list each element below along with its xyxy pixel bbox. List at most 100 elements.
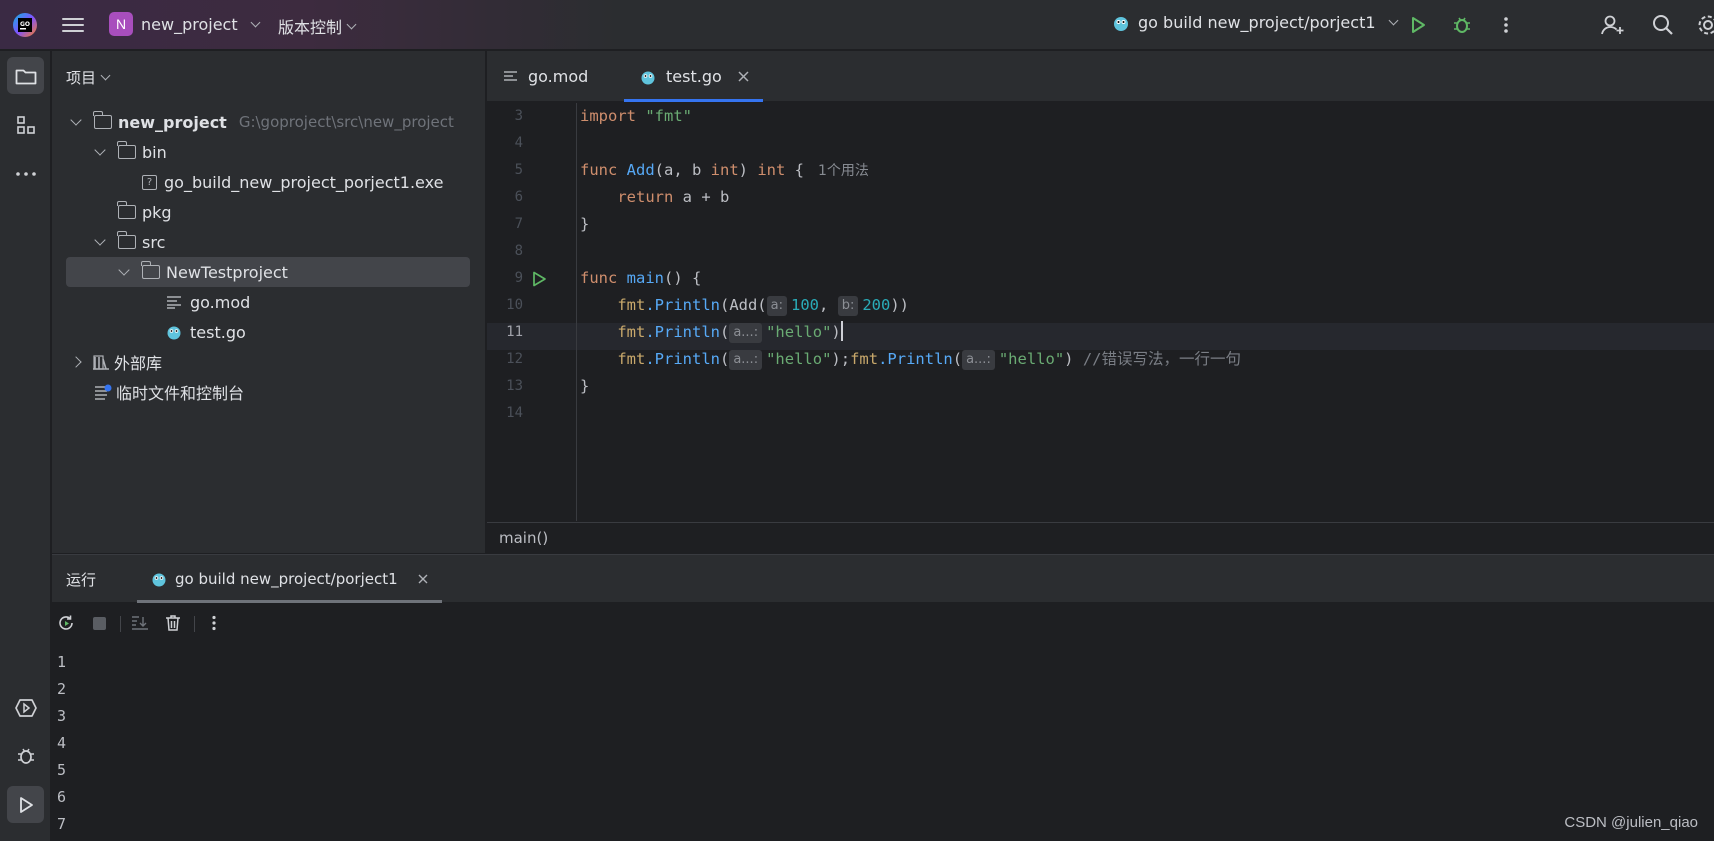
tree-item-label: pkg <box>142 202 172 222</box>
breadcrumb-item[interactable]: main() <box>499 529 548 547</box>
debug-icon <box>17 748 34 764</box>
run-config-label: go build new_project/porject1 <box>1138 13 1376 32</box>
code-line-10: fmt.Println(Add(a: 100, b: 200)) <box>617 296 909 316</box>
line-number: 14 <box>506 405 523 421</box>
unknown-file-icon: ? <box>142 174 157 190</box>
project-path-hint: G:\goproject\src\new_project <box>238 113 454 131</box>
project-switcher[interactable]: N new_project <box>109 12 261 36</box>
stop-icon[interactable] <box>89 613 109 633</box>
rerun-icon[interactable] <box>56 613 76 633</box>
tab-label: test.go <box>666 67 722 86</box>
text-file-icon <box>167 296 181 309</box>
gopher-icon <box>641 71 655 84</box>
tab-test-go[interactable]: test.go <box>624 51 763 102</box>
run-tab[interactable]: go build new_project/porject1 <box>137 555 442 603</box>
project-badge: N <box>109 12 133 36</box>
tree-item-label: bin <box>142 142 167 162</box>
console-line: 5 <box>57 761 67 779</box>
run-panel-title: 运行 <box>66 571 97 589</box>
services-tool-button[interactable] <box>7 689 44 726</box>
line-number: 6 <box>514 189 523 205</box>
project-tool-button[interactable] <box>7 57 44 94</box>
close-icon[interactable] <box>418 574 428 584</box>
tab-label: go.mod <box>528 67 589 86</box>
line-number: 5 <box>514 162 523 178</box>
console-line: 4 <box>57 734 67 752</box>
code-line-12: fmt.Println(a...: "hello");fmt.Println(a.… <box>617 350 1241 370</box>
tree-item-new-project[interactable]: new_project G:\goproject\src\new_project <box>52 107 486 137</box>
code-editor[interactable]: import "fmt" func Add(a, b int) int {1个用… <box>578 103 1714 521</box>
title-bar: GO N new_project 版本控制 go build new_proje… <box>0 0 1714 50</box>
line-number: 3 <box>514 108 523 124</box>
watermark: CSDN @julien_qiao <box>1564 814 1698 831</box>
debug-tool-button[interactable] <box>7 737 44 774</box>
tree-item-bin[interactable]: bin <box>52 137 486 167</box>
editor-tab-bar: go.mod test.go <box>487 51 1714 102</box>
run-tool-button[interactable] <box>7 786 44 823</box>
trash-icon[interactable] <box>163 613 183 633</box>
console-line: 2 <box>57 680 67 698</box>
close-icon[interactable] <box>738 71 749 82</box>
gopher-icon <box>152 573 166 587</box>
tree-item-pkg[interactable]: pkg <box>52 197 486 227</box>
more-actions-icon[interactable] <box>1494 13 1518 37</box>
chevron-down-icon <box>118 264 130 276</box>
line-number: 4 <box>514 135 523 151</box>
tree-item-test-go[interactable]: test.go <box>52 317 486 347</box>
param-hint: a...: <box>729 323 763 343</box>
folder-icon <box>15 69 36 84</box>
project-view-selector[interactable]: 项目 <box>66 67 111 88</box>
folder-icon <box>117 201 136 219</box>
gopher-icon <box>1114 16 1128 31</box>
run-config-selector[interactable]: go build new_project/porject1 <box>1112 13 1398 32</box>
run-icon[interactable] <box>1406 13 1430 37</box>
tree-item-external-libs[interactable]: 外部库 <box>52 347 486 377</box>
text-file-icon <box>504 71 517 81</box>
tree-item-newtestproject[interactable]: NewTestproject <box>66 257 470 287</box>
goland-logo-icon[interactable]: GO <box>12 12 38 38</box>
folder-icon <box>141 261 160 279</box>
add-user-icon[interactable] <box>1601 13 1625 37</box>
tree-item-label: 临时文件和控制台 <box>116 384 245 403</box>
vcs-menu[interactable]: 版本控制 <box>278 14 357 38</box>
folder-icon <box>93 111 112 129</box>
scroll-to-end-icon[interactable] <box>130 613 150 633</box>
debug-icon[interactable] <box>1450 13 1474 37</box>
run-gutter-icon[interactable] <box>531 271 547 287</box>
tool-window-strip <box>0 51 51 841</box>
line-number: 7 <box>514 216 523 232</box>
structure-icon <box>16 115 35 134</box>
gopher-icon <box>167 326 181 340</box>
chevron-down-icon <box>70 114 82 126</box>
code-line-3: import "fmt" <box>580 107 693 125</box>
more-tools-button[interactable] <box>7 155 44 192</box>
project-name: new_project <box>141 14 238 34</box>
tree-item-go-mod[interactable]: go.mod <box>52 287 486 317</box>
breadcrumb[interactable]: main() <box>487 522 1714 553</box>
main-menu-button[interactable] <box>62 14 84 36</box>
tree-item-src[interactable]: src <box>52 227 486 257</box>
param-hint: a...: <box>729 350 763 370</box>
editor-gutter: 3 4 5 6 7 8 9 10 11 12 13 14 <box>487 103 577 521</box>
usages-inlay[interactable]: 1个用法 <box>818 163 869 179</box>
tree-item-label: test.go <box>190 322 246 342</box>
more-actions-icon[interactable] <box>204 613 224 633</box>
code-line-7: } <box>580 215 590 233</box>
folder-icon <box>117 231 136 249</box>
tree-item-label: src <box>142 232 166 252</box>
run-panel: 运行 go build new_project/porject1 1 2 3 4… <box>52 554 1714 841</box>
library-icon <box>93 355 109 370</box>
tree-item-scratches[interactable]: 临时文件和控制台 <box>52 377 486 407</box>
chevron-down-icon <box>1388 15 1398 26</box>
line-number: 9 <box>514 270 523 286</box>
run-tab-label: go build new_project/porject1 <box>175 570 398 588</box>
run-toolbar <box>52 604 1714 642</box>
structure-tool-button[interactable] <box>7 106 44 143</box>
code-line-9: func main() { <box>580 269 702 287</box>
tab-go-mod[interactable]: go.mod <box>503 51 600 102</box>
search-icon[interactable] <box>1651 13 1675 37</box>
code-line-5: func Add(a, b int) int {1个用法 <box>580 161 869 179</box>
tree-item-exe[interactable]: ? go_build_new_project_porject1.exe <box>52 167 486 197</box>
gear-icon[interactable] <box>1696 13 1714 37</box>
line-number: 8 <box>514 243 523 259</box>
